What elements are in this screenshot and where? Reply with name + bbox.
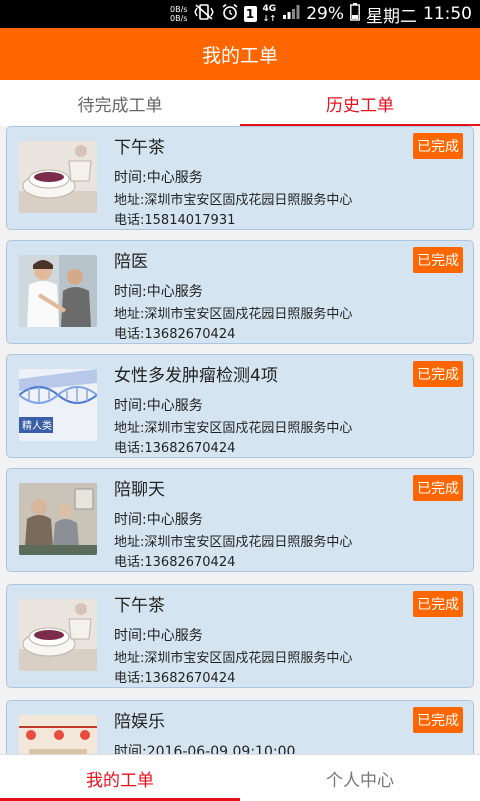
order-address: 地址:深圳市宝安区固戍花园日照服务中心 — [114, 193, 353, 208]
order-title: 陪娱乐 — [114, 712, 165, 732]
order-card[interactable]: 陪聊天 时间:中心服务 地址:深圳市宝安区固戍花园日照服务中心 电话:13682… — [6, 468, 474, 572]
status-badge[interactable]: 已完成 — [413, 361, 463, 387]
order-card[interactable]: 下午茶 时间:中心服务 地址:深圳市宝安区固戍花园日照服务中心 电话:15814… — [6, 126, 474, 230]
order-thumbnail — [19, 715, 97, 754]
weekday: 星期二 — [366, 6, 417, 27]
order-time: 时间:中心服务 — [114, 512, 203, 528]
network-speed: 0B/s 0B/s — [170, 5, 187, 23]
order-thumbnail — [19, 141, 97, 213]
order-title: 下午茶 — [114, 596, 165, 616]
order-card[interactable]: 下午茶 时间:中心服务 地址:深圳市宝安区固戍花园日照服务中心 电话:13682… — [6, 584, 474, 688]
order-card[interactable]: 陪娱乐 时间:2016-06-09 09:10:00 已完成 — [6, 700, 474, 754]
order-thumbnail: 精人类 — [19, 369, 97, 441]
nav-my-orders[interactable]: 我的工单 — [0, 755, 240, 801]
order-time: 时间:2016-06-09 09:10:00 — [114, 744, 296, 754]
battery-icon — [350, 2, 360, 26]
battery-percent: 29% — [306, 4, 344, 24]
tab-bar: 待完成工单 历史工单 — [0, 80, 480, 127]
tab-history-orders[interactable]: 历史工单 — [240, 80, 480, 127]
order-phone[interactable]: 电话:13682670424 — [114, 667, 235, 686]
sim-icon: 1 — [243, 6, 257, 22]
order-thumbnail — [19, 255, 97, 327]
clock: 11:50 — [423, 4, 472, 24]
status-badge[interactable]: 已完成 — [413, 591, 463, 617]
alarm-icon — [221, 3, 239, 25]
app-header: 我的工单 — [0, 28, 480, 80]
order-phone[interactable]: 电话:13682670424 — [114, 551, 235, 570]
signal-icon — [282, 4, 300, 25]
order-card[interactable]: 陪医 时间:中心服务 地址:深圳市宝安区固戍花园日照服务中心 电话:136826… — [6, 240, 474, 344]
order-address: 地址:深圳市宝安区固戍花园日照服务中心 — [114, 421, 353, 436]
tab-pending-orders[interactable]: 待完成工单 — [0, 80, 240, 126]
download-speed: 0B/s — [170, 14, 188, 23]
vibrate-icon — [193, 3, 215, 25]
status-badge[interactable]: 已完成 — [413, 133, 463, 159]
order-title: 下午茶 — [114, 138, 165, 158]
order-time: 时间:中心服务 — [114, 398, 203, 414]
upload-speed: 0B/s — [170, 5, 188, 14]
page-title: 我的工单 — [201, 44, 278, 67]
order-thumbnail — [19, 599, 97, 671]
order-address: 地址:深圳市宝安区固戍花园日照服务中心 — [114, 307, 353, 322]
status-bar: 0B/s 0B/s 1 4G ↓↑ 29% 星期二 11:50 — [0, 0, 480, 28]
order-time: 时间:中心服务 — [114, 628, 203, 644]
order-list[interactable]: 下午茶 时间:中心服务 地址:深圳市宝安区固戍花园日照服务中心 电话:15814… — [0, 126, 480, 754]
order-address: 地址:深圳市宝安区固戍花园日照服务中心 — [114, 651, 353, 666]
order-phone[interactable]: 电话:15814017931 — [114, 209, 235, 228]
order-title: 女性多发肿瘤检测4项 — [114, 366, 278, 386]
order-address: 地址:深圳市宝安区固戍花园日照服务中心 — [114, 535, 353, 550]
order-title: 陪医 — [114, 252, 148, 272]
network-type: 4G ↓↑ — [262, 4, 277, 24]
nav-personal-center[interactable]: 个人中心 — [240, 755, 480, 801]
bottom-nav: 我的工单 个人中心 — [0, 754, 480, 801]
order-phone[interactable]: 电话:13682670424 — [114, 437, 235, 456]
order-thumbnail — [19, 483, 97, 555]
svg-text:精人类: 精人类 — [22, 419, 52, 432]
status-badge[interactable]: 已完成 — [413, 475, 463, 501]
order-time: 时间:中心服务 — [114, 170, 203, 186]
order-time: 时间:中心服务 — [114, 284, 203, 300]
order-card[interactable]: 精人类 女性多发肿瘤检测4项 时间:中心服务 地址:深圳市宝安区固戍花园日照服务… — [6, 354, 474, 458]
order-title: 陪聊天 — [114, 480, 165, 500]
order-phone[interactable]: 电话:13682670424 — [114, 323, 235, 342]
status-badge[interactable]: 已完成 — [413, 707, 463, 733]
status-badge[interactable]: 已完成 — [413, 247, 463, 273]
